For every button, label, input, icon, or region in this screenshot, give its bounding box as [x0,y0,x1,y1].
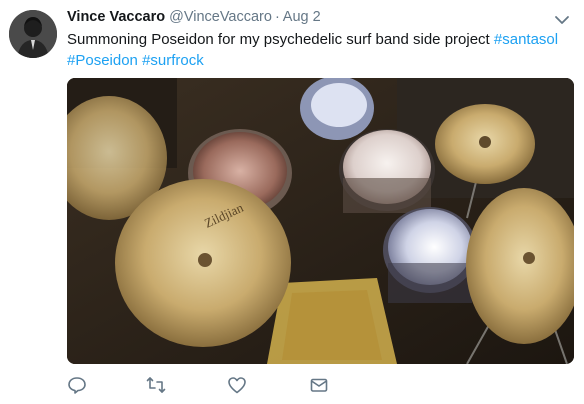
tweet-header: Vince Vaccaro @VinceVaccaro · Aug 2 [67,9,554,29]
tweet-body-text: Summoning Poseidon for my psychedelic su… [67,31,494,48]
avatar-image [9,10,57,58]
display-name[interactable]: Vince Vaccaro [67,9,165,25]
user-handle[interactable]: @VinceVaccaro [169,9,272,25]
envelope-icon[interactable] [309,375,331,397]
hashtag-link[interactable]: #santasol [494,31,558,48]
tweet-media-photo[interactable]: Zildjian [67,78,574,364]
drum-kit-photo: Zildjian [67,78,574,364]
heart-icon[interactable] [227,375,249,397]
separator-dot: · [274,9,280,25]
hashtag-link[interactable]: #Poseidon [67,52,138,69]
timestamp[interactable]: Aug 2 [283,9,321,25]
chevron-down-icon[interactable] [554,12,570,28]
hashtag-link[interactable]: #surfrock [142,52,204,69]
tweet-text: Summoning Poseidon for my psychedelic su… [67,29,572,71]
tweet-actions [67,375,367,397]
tweet-card: Vince Vaccaro @VinceVaccaro · Aug 2 Summoni… [0,0,584,404]
reply-icon[interactable] [67,375,89,397]
avatar[interactable] [9,10,57,58]
retweet-icon[interactable] [146,375,168,397]
